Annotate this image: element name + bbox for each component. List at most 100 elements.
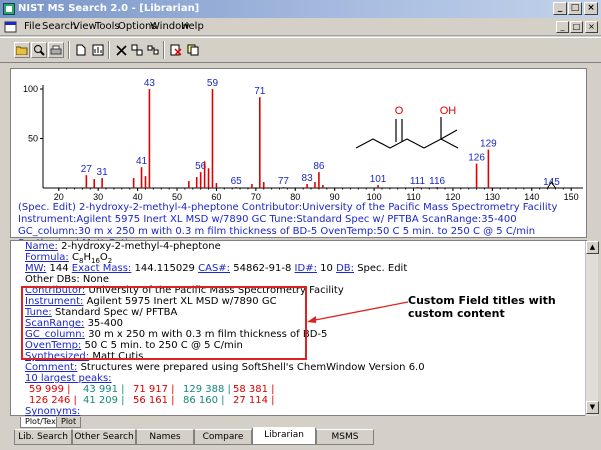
tab-librarian[interactable]: Librarian [252, 427, 316, 445]
mw-value: 144 [49, 263, 69, 274]
largest-peaks-label[interactable]: 10 largest peaks: [25, 373, 112, 384]
comment-field-label[interactable]: Comment: [25, 362, 77, 373]
vertical-scrollbar[interactable]: ▲ ▼ [585, 241, 599, 416]
formula-field-label[interactable]: Formula: [25, 252, 69, 263]
close-icon[interactable]: × [584, 2, 598, 15]
peak-label: 116 [429, 176, 445, 187]
oxygen-label: O [395, 105, 404, 117]
app-icon [3, 3, 15, 15]
name-row: Name: 2-hydroxy-2-methyl-4-pheptone [25, 241, 580, 252]
mdi-minimize-icon[interactable]: _ [556, 21, 569, 33]
db-value: Spec. Edit [357, 263, 408, 274]
synonyms-row: Synonyms: [25, 406, 580, 417]
largest-peak-entry: 41 209 | [83, 395, 125, 406]
x-tick-label: 100 [367, 192, 382, 201]
x-tick-label: 150 [564, 192, 579, 201]
mw-row: MW: 144 Exact Mass: 144.115029 CAS#: 548… [25, 263, 580, 274]
x-tick-label: 60 [211, 192, 221, 201]
comment-value: Structures were prepared using SoftShell… [80, 362, 425, 373]
mdi-close-icon[interactable]: × [585, 21, 598, 33]
peak-label: 77 [278, 176, 290, 187]
custom-fields-highlight [21, 286, 307, 360]
annotation-callout: Custom Field titles with custom content [408, 294, 556, 320]
x-tick-label: 110 [406, 192, 420, 201]
search-icon[interactable] [31, 42, 47, 58]
tab-other-search[interactable]: Other Search [72, 429, 136, 445]
menu-search[interactable]: Search [42, 20, 76, 34]
largest-peak-entry: 129 388 | [183, 384, 231, 395]
callout-arrow [307, 301, 409, 323]
peak-label: 31 [97, 167, 109, 178]
peak-label: 65 [231, 176, 243, 187]
x-tick-label: 80 [290, 192, 300, 201]
document-icon[interactable] [4, 21, 18, 38]
tab-compare[interactable]: Compare [194, 429, 252, 445]
menu-tools[interactable]: Tools [95, 20, 120, 34]
tab-lib-search[interactable]: Lib. Search [14, 429, 72, 445]
largest-peak-entry: 43 991 | [83, 384, 125, 395]
other-dbs-row: Other DBs: None [25, 274, 580, 285]
tab-msms[interactable]: MSMS [316, 429, 374, 445]
x-tick-label: 140 [524, 192, 539, 201]
peak-label: 111 [410, 176, 426, 187]
exact-mass-label[interactable]: Exact Mass: [72, 263, 132, 274]
mass-spectrum-chart: 20 30 40 50 60 70 80 90 100 110 120 130 140 15050100 … [23, 78, 583, 202]
scroll-down-icon[interactable]: ▼ [586, 401, 599, 414]
peak-label: 83 [302, 173, 314, 184]
largest-peak-entry: 58 381 | [233, 384, 275, 395]
largest-peaks-row: 10 largest peaks: [25, 373, 580, 384]
synonyms-field-label[interactable]: Synonyms: [25, 406, 80, 417]
largest-peak-entry: 27 114 | [233, 395, 275, 406]
other-dbs-value: None [82, 274, 109, 285]
peak-label: 129 [480, 139, 497, 150]
x-tick-label: 90 [330, 192, 340, 201]
y-tick-label: 100 [23, 84, 38, 94]
clear-list-icon[interactable] [168, 42, 184, 58]
window-title: NIST MS Search 2.0 - [Librarian] [18, 3, 200, 14]
x-tick-label: 120 [445, 192, 460, 201]
x-tick-label: 30 [93, 192, 103, 201]
peak-label: 101 [370, 174, 387, 185]
mw-field-label[interactable]: MW: [25, 263, 46, 274]
x-tick-label: 40 [133, 192, 143, 201]
structure-icon[interactable] [145, 42, 161, 58]
x-tick-label: 50 [172, 192, 182, 201]
mdi-restore-icon[interactable]: □ [570, 21, 583, 33]
subtab-plot[interactable]: Plot [56, 417, 82, 428]
peak-label: 41 [136, 156, 148, 167]
spectrum-view-icon[interactable] [90, 42, 106, 58]
largest-peaks-row-2: 126 246 | 41 209 | 56 161 | 86 160 | 27 … [25, 395, 580, 406]
peak-label: 43 [144, 78, 156, 89]
compare-structures-icon[interactable] [129, 42, 145, 58]
cas-label[interactable]: CAS#: [198, 263, 230, 274]
other-dbs-label: Other DBs: [25, 274, 80, 285]
title-bar: NIST MS Search 2.0 - [Librarian] _ □ × [0, 0, 601, 18]
id-value: 10 [320, 263, 333, 274]
largest-peak-entry: 59 999 | [29, 384, 71, 395]
scroll-up-icon[interactable]: ▲ [586, 241, 599, 254]
maximize-icon[interactable]: □ [568, 2, 582, 15]
name-field-label[interactable]: Name: [25, 241, 58, 252]
new-document-icon[interactable] [73, 42, 89, 58]
menu-help[interactable]: Help [181, 20, 204, 34]
peak-label: 59 [207, 78, 219, 89]
minimize-icon[interactable]: _ [553, 2, 567, 15]
copy-icon[interactable] [185, 42, 201, 58]
formula-row: Formula: C8H16O2 [25, 252, 580, 265]
hydroxyl-label: OH [440, 105, 457, 117]
menu-file[interactable]: File [24, 20, 41, 34]
tab-names[interactable]: Names [136, 429, 194, 445]
y-tick-label: 50 [28, 134, 38, 144]
largest-peak-entry: 126 246 | [29, 395, 77, 406]
molecule-structure: O OH [355, 105, 459, 149]
open-folder-icon[interactable] [14, 42, 30, 58]
delete-x-icon[interactable] [113, 42, 129, 58]
db-label[interactable]: DB: [336, 263, 354, 274]
print-icon[interactable] [48, 42, 64, 58]
menu-view[interactable]: View [73, 20, 97, 34]
x-tick-label: 130 [485, 192, 500, 201]
name-value: 2-hydroxy-2-methyl-4-pheptone [61, 241, 221, 252]
formula-value: C8H16O2 [72, 252, 113, 265]
menu-bar: File Search View Tools Options Window He… [0, 18, 601, 36]
id-label[interactable]: ID#: [295, 263, 317, 274]
